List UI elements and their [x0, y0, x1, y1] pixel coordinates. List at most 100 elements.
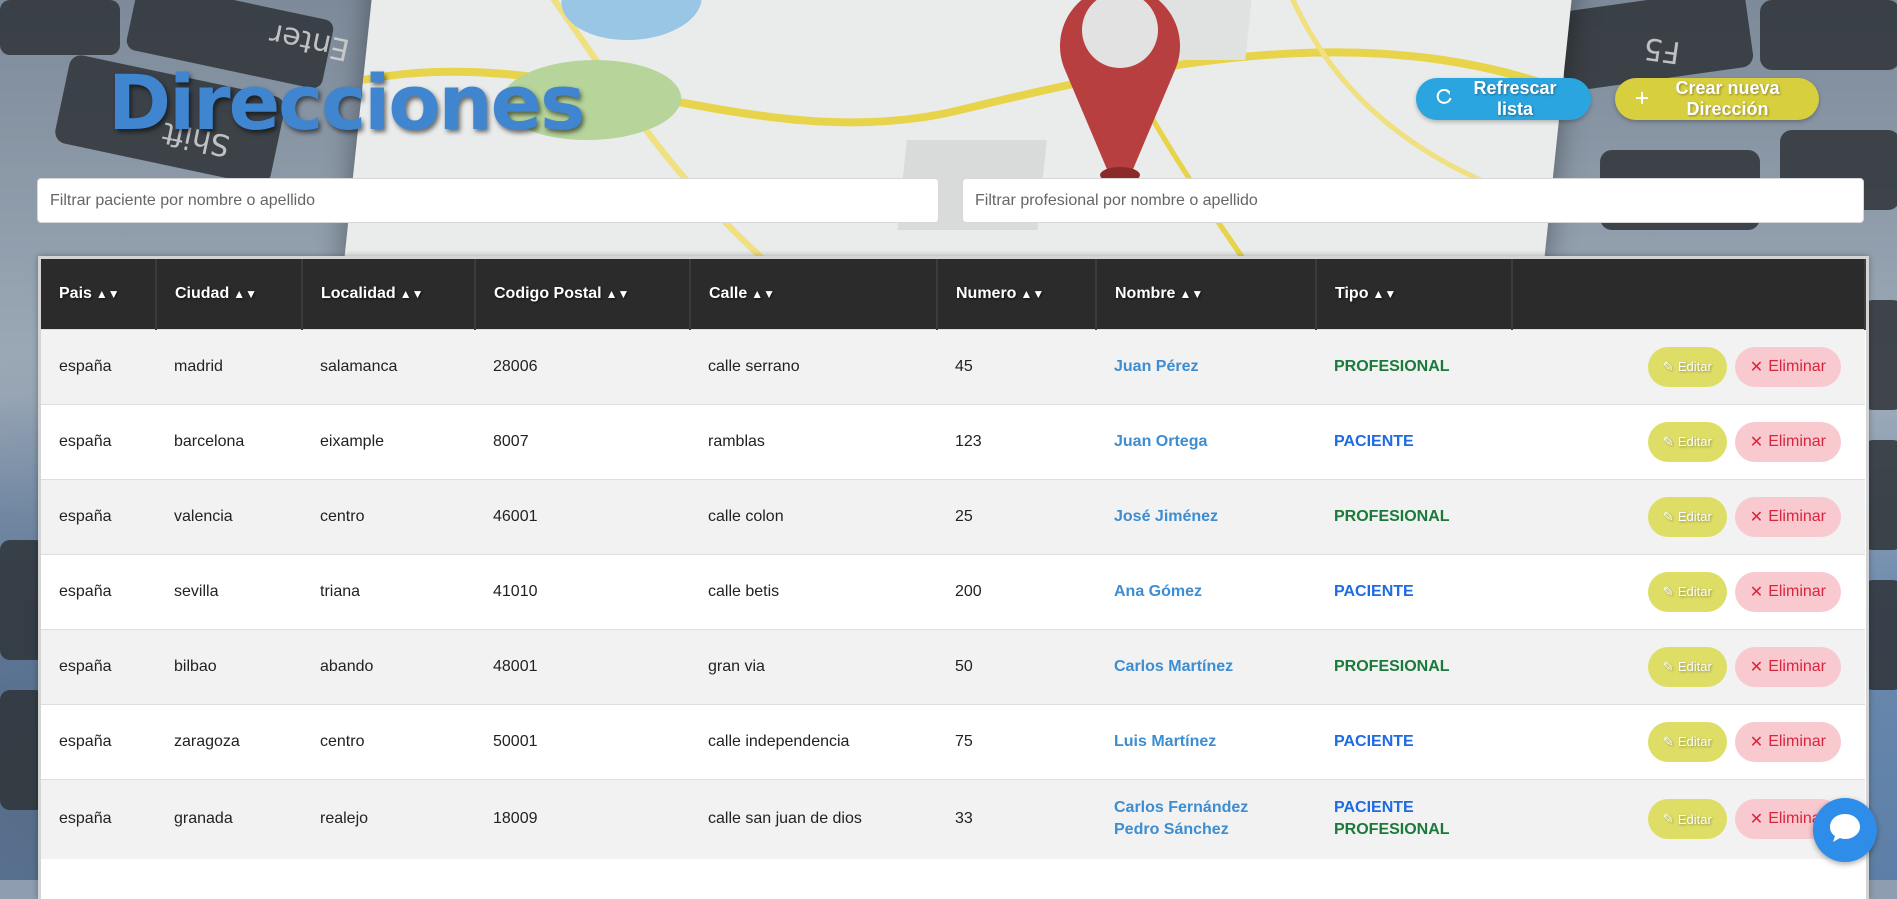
- delete-button[interactable]: ✕ Eliminar: [1734, 646, 1841, 687]
- cell-codigo-postal: 18009: [493, 810, 538, 828]
- cell-pais: españa: [59, 507, 112, 525]
- table-row: españa valencia centro 46001 calle colon…: [41, 479, 1865, 554]
- cell-tipo: PROFESIONAL: [1316, 329, 1512, 404]
- person-type: PACIENTE: [1334, 799, 1414, 817]
- pencil-icon: ✎: [1662, 733, 1674, 749]
- refresh-list-label: Refrescar lista: [1473, 78, 1557, 119]
- column-header-pais[interactable]: Pais ▲▼: [41, 259, 157, 329]
- edit-label: Editar: [1677, 359, 1712, 374]
- cell-calle: gran via: [708, 657, 765, 675]
- edit-button[interactable]: ✎ Editar: [1647, 799, 1727, 840]
- column-header-actions: [1512, 259, 1866, 329]
- cell-actions: ✎ Editar ✕ Eliminar: [1512, 479, 1865, 554]
- column-header-codigo-postal[interactable]: Codigo Postal ▲▼: [475, 259, 691, 329]
- close-icon: ✕: [1749, 811, 1764, 829]
- person-name-link[interactable]: Carlos Martínez: [1114, 658, 1316, 676]
- close-icon: ✕: [1749, 658, 1764, 676]
- cell-tipo: PACIENTE: [1316, 704, 1512, 779]
- edit-button[interactable]: ✎ Editar: [1647, 571, 1727, 612]
- professional-filter-input[interactable]: [962, 178, 1864, 223]
- cell-localidad: realejo: [320, 810, 369, 828]
- person-name-link[interactable]: Pedro Sánchez: [1114, 821, 1316, 839]
- sort-icon: ▲▼: [605, 286, 630, 301]
- cell-localidad: salamanca: [320, 357, 398, 375]
- cell-nombre: Luis Martínez: [1096, 704, 1316, 779]
- delete-button[interactable]: ✕ Eliminar: [1734, 346, 1841, 387]
- cell-calle: ramblas: [708, 432, 765, 450]
- cell-nombre: Juan Pérez: [1096, 329, 1316, 404]
- page-title: Direcciones: [108, 58, 585, 147]
- cell-calle: calle betis: [708, 582, 780, 600]
- person-name-link[interactable]: José Jiménez: [1114, 508, 1316, 526]
- cell-numero: 75: [955, 732, 973, 750]
- edit-button[interactable]: ✎ Editar: [1647, 496, 1727, 537]
- edit-button[interactable]: ✎ Editar: [1647, 346, 1727, 387]
- edit-button[interactable]: ✎ Editar: [1647, 646, 1727, 687]
- cell-calle: calle independencia: [708, 732, 850, 750]
- edit-button[interactable]: ✎ Editar: [1647, 421, 1727, 462]
- cell-localidad: centro: [320, 507, 365, 525]
- chat-bubble-icon: [1828, 812, 1862, 849]
- cell-localidad: centro: [320, 732, 365, 750]
- cell-actions: ✎ Editar ✕ Eliminar: [1512, 779, 1865, 859]
- person-name-link[interactable]: Ana Gómez: [1114, 583, 1316, 601]
- cell-calle: calle serrano: [708, 357, 800, 375]
- delete-button[interactable]: ✕ Eliminar: [1734, 571, 1841, 612]
- edit-label: Editar: [1677, 734, 1712, 749]
- cell-localidad: triana: [320, 582, 361, 600]
- chat-button[interactable]: [1813, 798, 1877, 862]
- table-row: españa madrid salamanca 28006 calle serr…: [41, 329, 1865, 404]
- column-header-tipo[interactable]: Tipo ▲▼: [1316, 259, 1513, 329]
- create-address-button[interactable]: Crear nueva Dirección: [1615, 78, 1819, 120]
- table-row: españa zaragoza centro 50001 calle indep…: [41, 704, 1865, 779]
- cell-numero: 50: [955, 657, 973, 675]
- delete-button[interactable]: ✕ Eliminar: [1734, 721, 1841, 762]
- sort-icon: ▲▼: [1020, 286, 1045, 301]
- person-name-link[interactable]: Luis Martínez: [1114, 733, 1316, 751]
- delete-button[interactable]: ✕ Eliminar: [1734, 421, 1841, 462]
- cell-numero: 33: [955, 810, 973, 828]
- person-type: PACIENTE: [1334, 732, 1414, 750]
- pencil-icon: ✎: [1662, 433, 1674, 449]
- delete-label: Eliminar: [1768, 657, 1826, 675]
- column-header-localidad[interactable]: Localidad ▲▼: [302, 259, 476, 329]
- cell-nombre: Carlos Fernández Pedro Sánchez: [1096, 779, 1316, 859]
- delete-label: Eliminar: [1768, 582, 1826, 600]
- person-name-link[interactable]: Juan Ortega: [1114, 433, 1316, 451]
- close-icon: ✕: [1749, 583, 1764, 601]
- edit-label: Editar: [1677, 659, 1712, 674]
- cell-codigo-postal: 46001: [493, 507, 538, 525]
- person-name-link[interactable]: Carlos Fernández: [1114, 799, 1316, 817]
- table-row: españa granada realejo 18009 calle san j…: [41, 779, 1865, 859]
- plus-icon: [1635, 89, 1649, 110]
- patient-filter-input[interactable]: [37, 178, 939, 223]
- column-header-ciudad[interactable]: Ciudad ▲▼: [156, 259, 303, 329]
- delete-label: Eliminar: [1768, 432, 1826, 450]
- cell-codigo-postal: 28006: [493, 357, 538, 375]
- cell-actions: ✎ Editar ✕ Eliminar: [1512, 629, 1865, 704]
- close-icon: ✕: [1749, 358, 1764, 376]
- addresses-table: Pais ▲▼ Ciudad ▲▼ Localidad ▲▼ Codigo Posta…: [41, 259, 1866, 859]
- column-header-nombre[interactable]: Nombre ▲▼: [1096, 259, 1317, 329]
- cell-ciudad: valencia: [174, 507, 233, 525]
- cell-localidad: eixample: [320, 432, 385, 450]
- cell-tipo: PACIENTE: [1316, 404, 1512, 479]
- delete-button[interactable]: ✕ Eliminar: [1734, 496, 1841, 537]
- column-header-numero[interactable]: Numero ▲▼: [937, 259, 1097, 329]
- cell-codigo-postal: 41010: [493, 582, 538, 600]
- pencil-icon: ✎: [1662, 358, 1674, 374]
- delete-label: Eliminar: [1768, 507, 1826, 525]
- person-name-link[interactable]: Juan Pérez: [1114, 358, 1316, 376]
- cell-pais: españa: [59, 432, 112, 450]
- person-type: PROFESIONAL: [1334, 821, 1450, 839]
- map-pin-illustration: [1045, 0, 1195, 200]
- refresh-list-button[interactable]: Refrescar lista: [1416, 78, 1591, 120]
- edit-button[interactable]: ✎ Editar: [1647, 721, 1727, 762]
- cell-ciudad: sevilla: [174, 582, 219, 600]
- cell-actions: ✎ Editar ✕ Eliminar: [1512, 704, 1865, 779]
- cell-tipo: PROFESIONAL: [1316, 629, 1512, 704]
- cell-calle: calle san juan de dios: [708, 810, 862, 828]
- cell-actions: ✎ Editar ✕ Eliminar: [1512, 329, 1865, 404]
- column-header-calle[interactable]: Calle ▲▼: [690, 259, 938, 329]
- cell-ciudad: granada: [174, 810, 233, 828]
